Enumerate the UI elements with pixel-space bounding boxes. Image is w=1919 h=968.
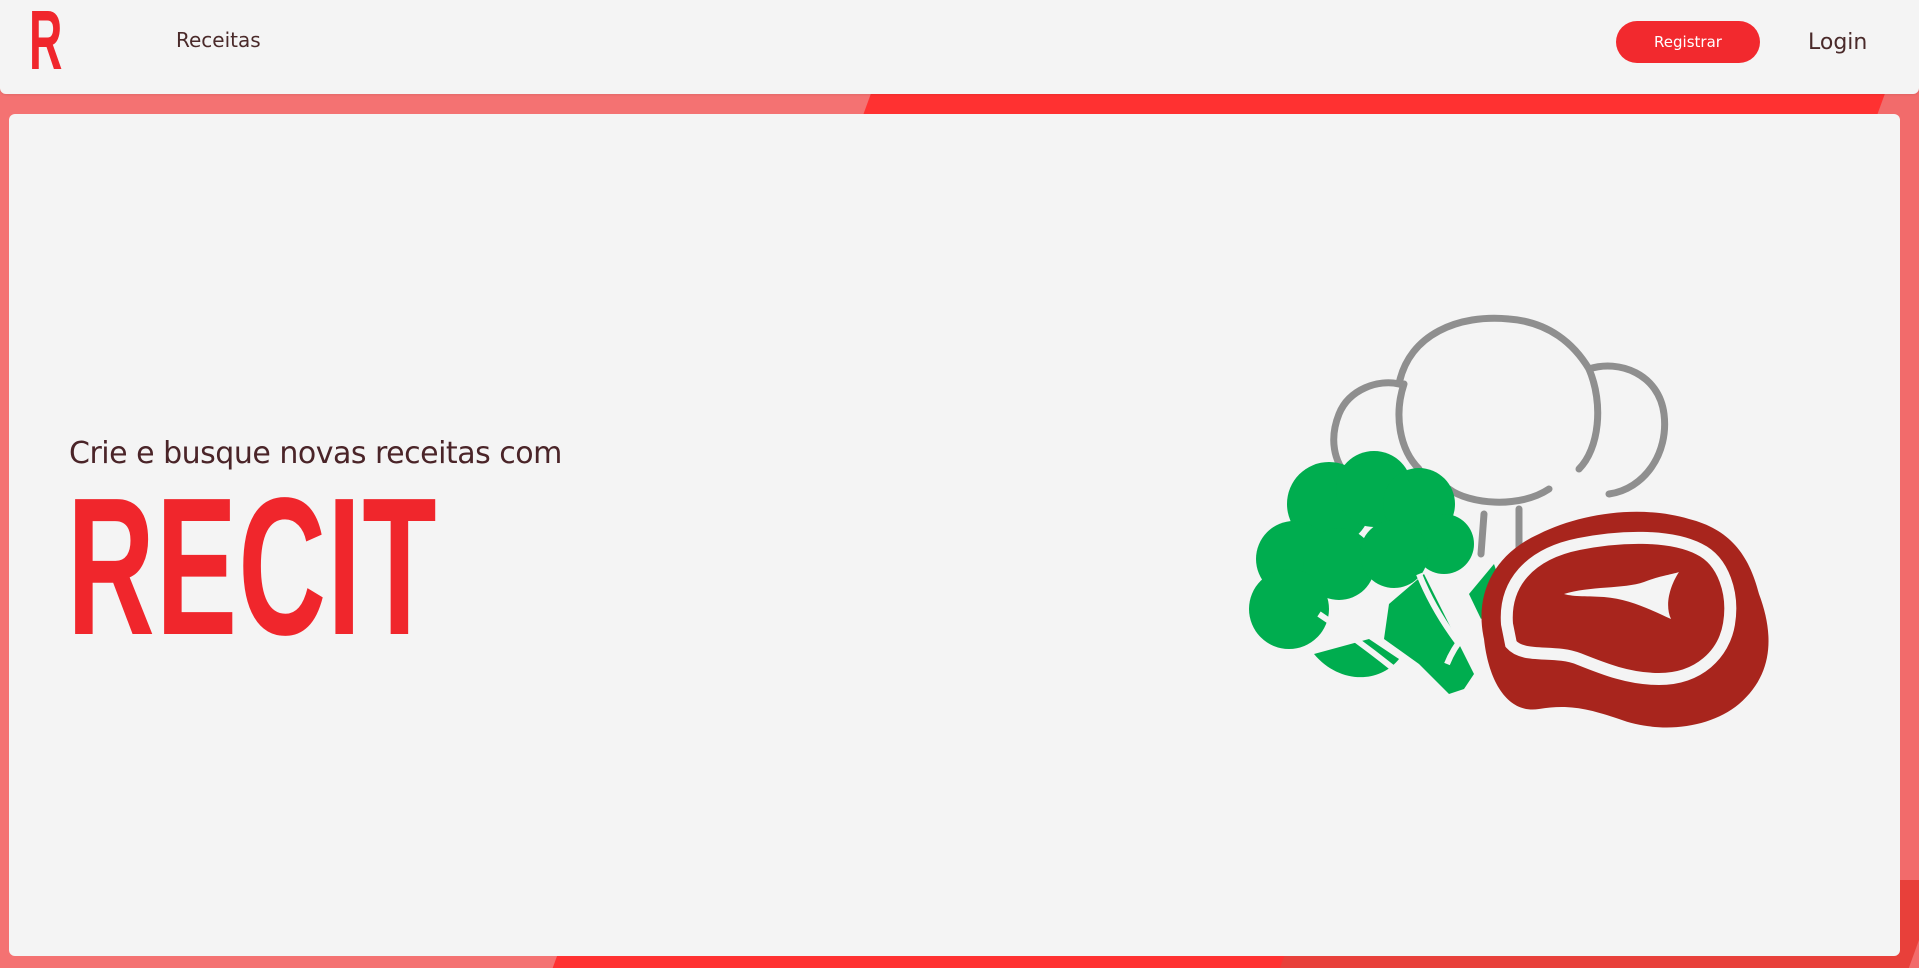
hero-brand-title: RECIT xyxy=(67,457,438,676)
nav-link-receitas[interactable]: Receitas xyxy=(176,28,261,52)
steak-icon xyxy=(1481,511,1769,728)
hero-card: Crie e busque novas receitas com RECIT xyxy=(9,114,1900,956)
login-button[interactable]: Login xyxy=(1808,24,1867,60)
food-illustration xyxy=(1249,314,1769,728)
register-button[interactable]: Registrar xyxy=(1616,21,1760,63)
logo[interactable]: R xyxy=(29,0,62,82)
navbar: R Receitas Registrar Login xyxy=(0,0,1919,94)
